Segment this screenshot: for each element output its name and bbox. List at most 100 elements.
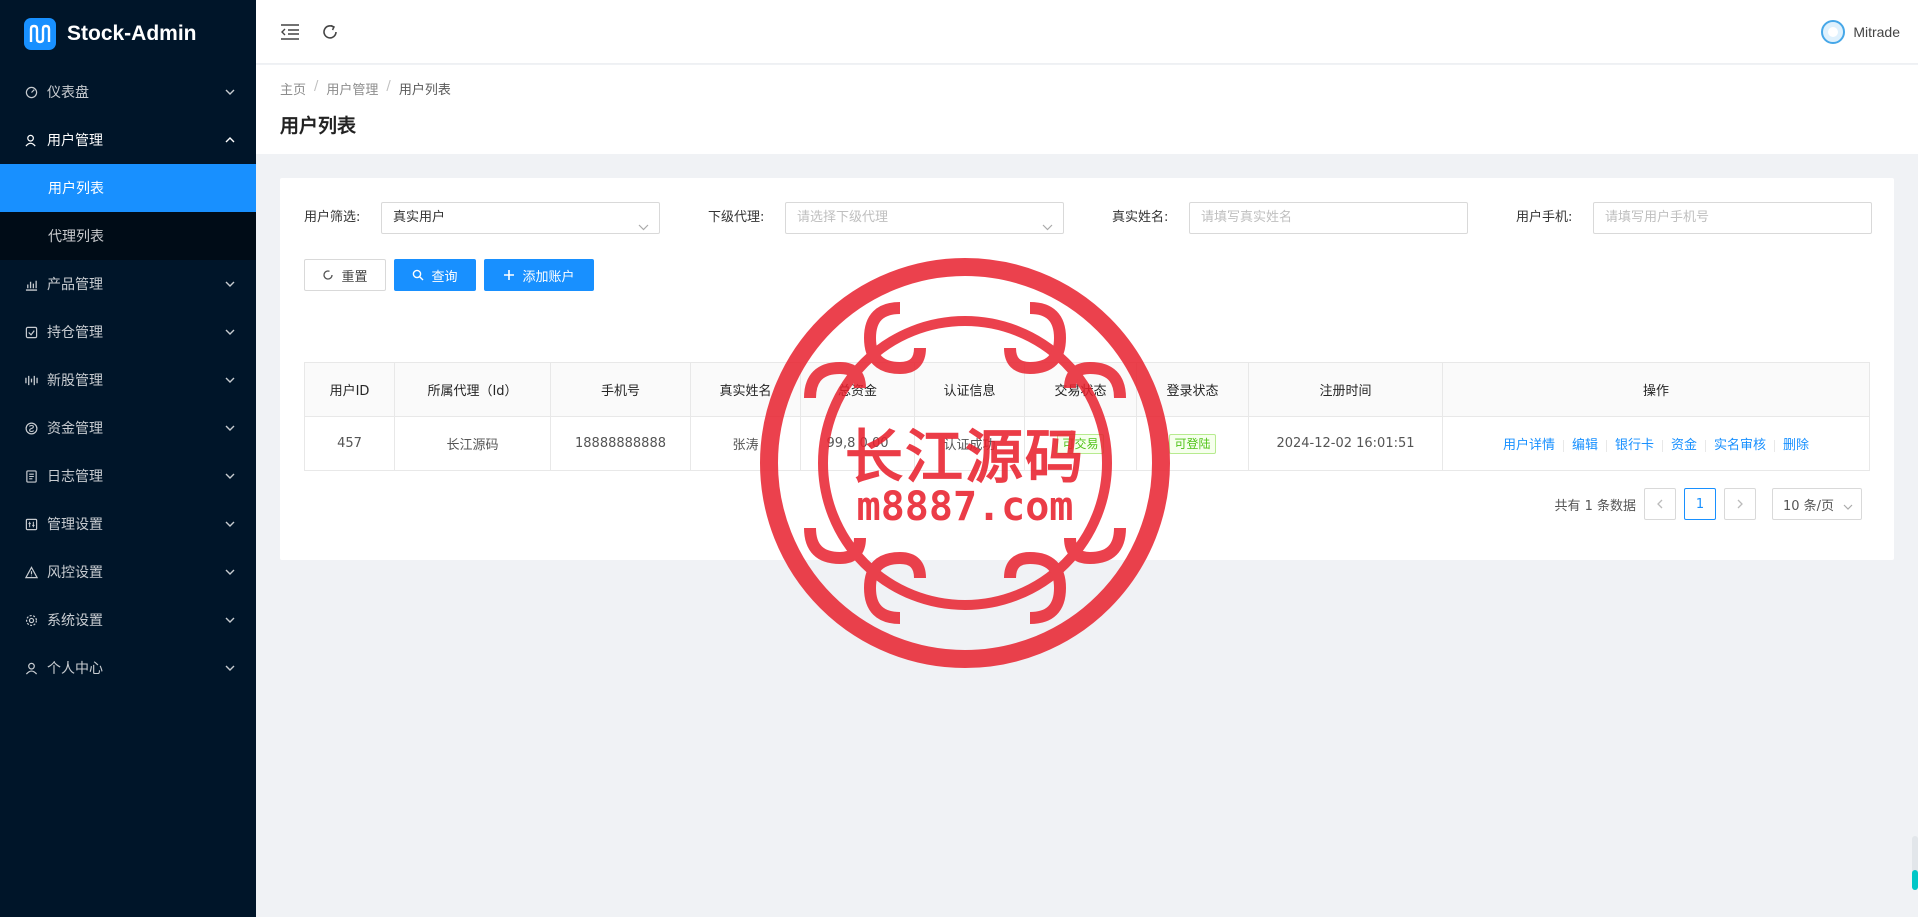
content-card: 用户筛选: 真实用户 下级代理: 请选择下级代理 真实姓名: 请填写真实姓名 用…: [280, 178, 1894, 560]
chevron-down-icon: [224, 374, 236, 386]
chevron-down-icon: [638, 213, 649, 231]
gear-icon: [24, 613, 38, 627]
reset-button[interactable]: 重置: [304, 259, 386, 291]
trade-status-tag: 可交易: [1057, 433, 1104, 454]
real-name-label: 真实姓名:: [1112, 210, 1169, 225]
chevron-up-icon: [224, 134, 236, 146]
cell-trade-status: 可交易: [1024, 416, 1137, 471]
cell-user-id: 457: [304, 416, 395, 471]
page-size-select[interactable]: 10 条/页: [1772, 488, 1862, 520]
ipo-icon: [24, 373, 38, 387]
submenu-agent-list[interactable]: 代理列表: [0, 212, 256, 260]
breadcrumb-separator: /: [314, 79, 319, 94]
col-phone: 手机号: [550, 362, 691, 417]
reset-label: 重置: [341, 269, 368, 285]
divider: [1774, 439, 1776, 452]
menu-label: 风控设置: [47, 565, 103, 581]
menu-admin-settings[interactable]: 管理设置: [0, 500, 256, 548]
chevron-down-icon: [224, 326, 236, 338]
menu-label: 用户管理: [47, 133, 103, 149]
menu-label: 个人中心: [47, 661, 103, 677]
menu-label: 新股管理: [47, 373, 103, 389]
cell-agent: 长江源码: [394, 416, 551, 471]
col-agent: 所属代理（Id）: [394, 362, 551, 417]
menu-fund-management[interactable]: 资金管理: [0, 404, 256, 452]
col-auth-info: 认证信息: [914, 362, 1025, 417]
logo-icon: [24, 18, 56, 50]
menu-ipo-management[interactable]: 新股管理: [0, 356, 256, 404]
cell-auth-info: 认证成功: [914, 416, 1025, 471]
menu-fold-icon[interactable]: [278, 20, 302, 44]
login-status-tag: 可登陆: [1169, 433, 1216, 454]
pagination: 共有 1 条数据 1 10 条/页: [1554, 488, 1862, 520]
user-manage-icon: [24, 133, 38, 147]
user-submenu: 用户列表 代理列表: [0, 164, 256, 260]
cell-total-funds: 99,8 0.00: [800, 416, 915, 471]
delete-link[interactable]: 删除: [1783, 438, 1809, 453]
divider: [1605, 439, 1607, 452]
col-actions: 操作: [1442, 362, 1870, 417]
warning-icon: [24, 565, 38, 579]
user-table: 用户ID 所属代理（Id） 手机号 真实姓名 总资金 认证信息 交易状态 登录状…: [304, 362, 1870, 471]
menu-position-management[interactable]: 持仓管理: [0, 308, 256, 356]
prev-page-button[interactable]: [1644, 488, 1676, 520]
col-trade-status: 交易状态: [1024, 362, 1137, 417]
table-row: 457 长江源码 18888888888 张涛 99,8 0.00 认证成功 可…: [304, 416, 1870, 471]
menu-system-settings[interactable]: 系统设置: [0, 596, 256, 644]
page-number-button[interactable]: 1: [1684, 488, 1716, 520]
avatar: [1821, 20, 1846, 44]
divider: [1562, 439, 1564, 452]
chevron-down-icon: [224, 566, 236, 578]
next-page-button[interactable]: [1724, 488, 1756, 520]
search-button[interactable]: 查询: [394, 259, 476, 291]
user-filter-select[interactable]: 真实用户: [381, 202, 660, 234]
cell-real-name: 张涛: [690, 416, 801, 471]
chevron-down-icon: [224, 278, 236, 290]
breadcrumb-user-management[interactable]: 用户管理: [326, 79, 378, 98]
cell-phone: 18888888888: [550, 416, 691, 471]
funds-link[interactable]: 资金: [1671, 438, 1697, 453]
menu-product-management[interactable]: 产品管理: [0, 260, 256, 308]
menu-user-management[interactable]: 用户管理: [0, 116, 256, 164]
menu-log-management[interactable]: 日志管理: [0, 452, 256, 500]
divider: [1705, 439, 1707, 452]
reload-icon: [322, 269, 334, 281]
breadcrumb-separator: /: [386, 79, 391, 94]
submenu-user-list[interactable]: 用户列表: [0, 164, 256, 212]
breadcrumb-home[interactable]: 主页: [280, 79, 306, 98]
add-account-button[interactable]: 添加账户: [484, 259, 594, 291]
chevron-down-icon: [224, 422, 236, 434]
cell-register-time: 2024-12-02 16:01:51: [1248, 416, 1443, 471]
scrollbar[interactable]: [1912, 836, 1918, 890]
menu-label: 仪表盘: [47, 85, 89, 101]
menu-dashboard[interactable]: 仪表盘: [0, 68, 256, 116]
menu-personal-center[interactable]: 个人中心: [0, 644, 256, 692]
app-logo[interactable]: Stock-Admin: [0, 0, 256, 68]
divider: [1662, 439, 1663, 452]
user-menu[interactable]: Mitrade: [1821, 20, 1900, 44]
page-header: 主页 / 用户管理 / 用户列表 用户列表: [256, 65, 1918, 154]
page-size-value: 10 条/页: [1783, 498, 1835, 514]
menu-label: 管理设置: [47, 517, 103, 533]
phone-label: 用户手机:: [1516, 210, 1573, 225]
breadcrumb-current: 用户列表: [398, 83, 451, 98]
user-details-link[interactable]: 用户详情: [1503, 438, 1555, 453]
real-name-input[interactable]: 请填写真实姓名: [1189, 202, 1468, 234]
phone-input[interactable]: 请填写用户手机号: [1593, 202, 1872, 234]
sub-agent-select[interactable]: 请选择下级代理: [785, 202, 1064, 234]
refresh-icon[interactable]: [318, 20, 342, 44]
chevron-down-icon: [224, 662, 236, 674]
money-icon: [24, 421, 38, 435]
menu-risk-settings[interactable]: 风控设置: [0, 548, 256, 596]
position-icon: [24, 325, 38, 339]
edit-link[interactable]: 编辑: [1572, 438, 1598, 453]
plus-icon: [503, 269, 515, 281]
col-user-id: 用户ID: [304, 362, 395, 417]
dashboard-icon: [24, 85, 38, 99]
sidebar: Stock-Admin 仪表盘 用户管理 用户列表 代理列表 产品管理 持仓管理…: [0, 0, 256, 917]
kyc-review-link[interactable]: 实名审核: [1714, 438, 1766, 453]
top-header: Mitrade: [256, 0, 1918, 64]
search-icon: [412, 269, 424, 281]
chevron-down-icon: [224, 518, 236, 530]
bank-card-link[interactable]: 银行卡: [1615, 438, 1654, 453]
